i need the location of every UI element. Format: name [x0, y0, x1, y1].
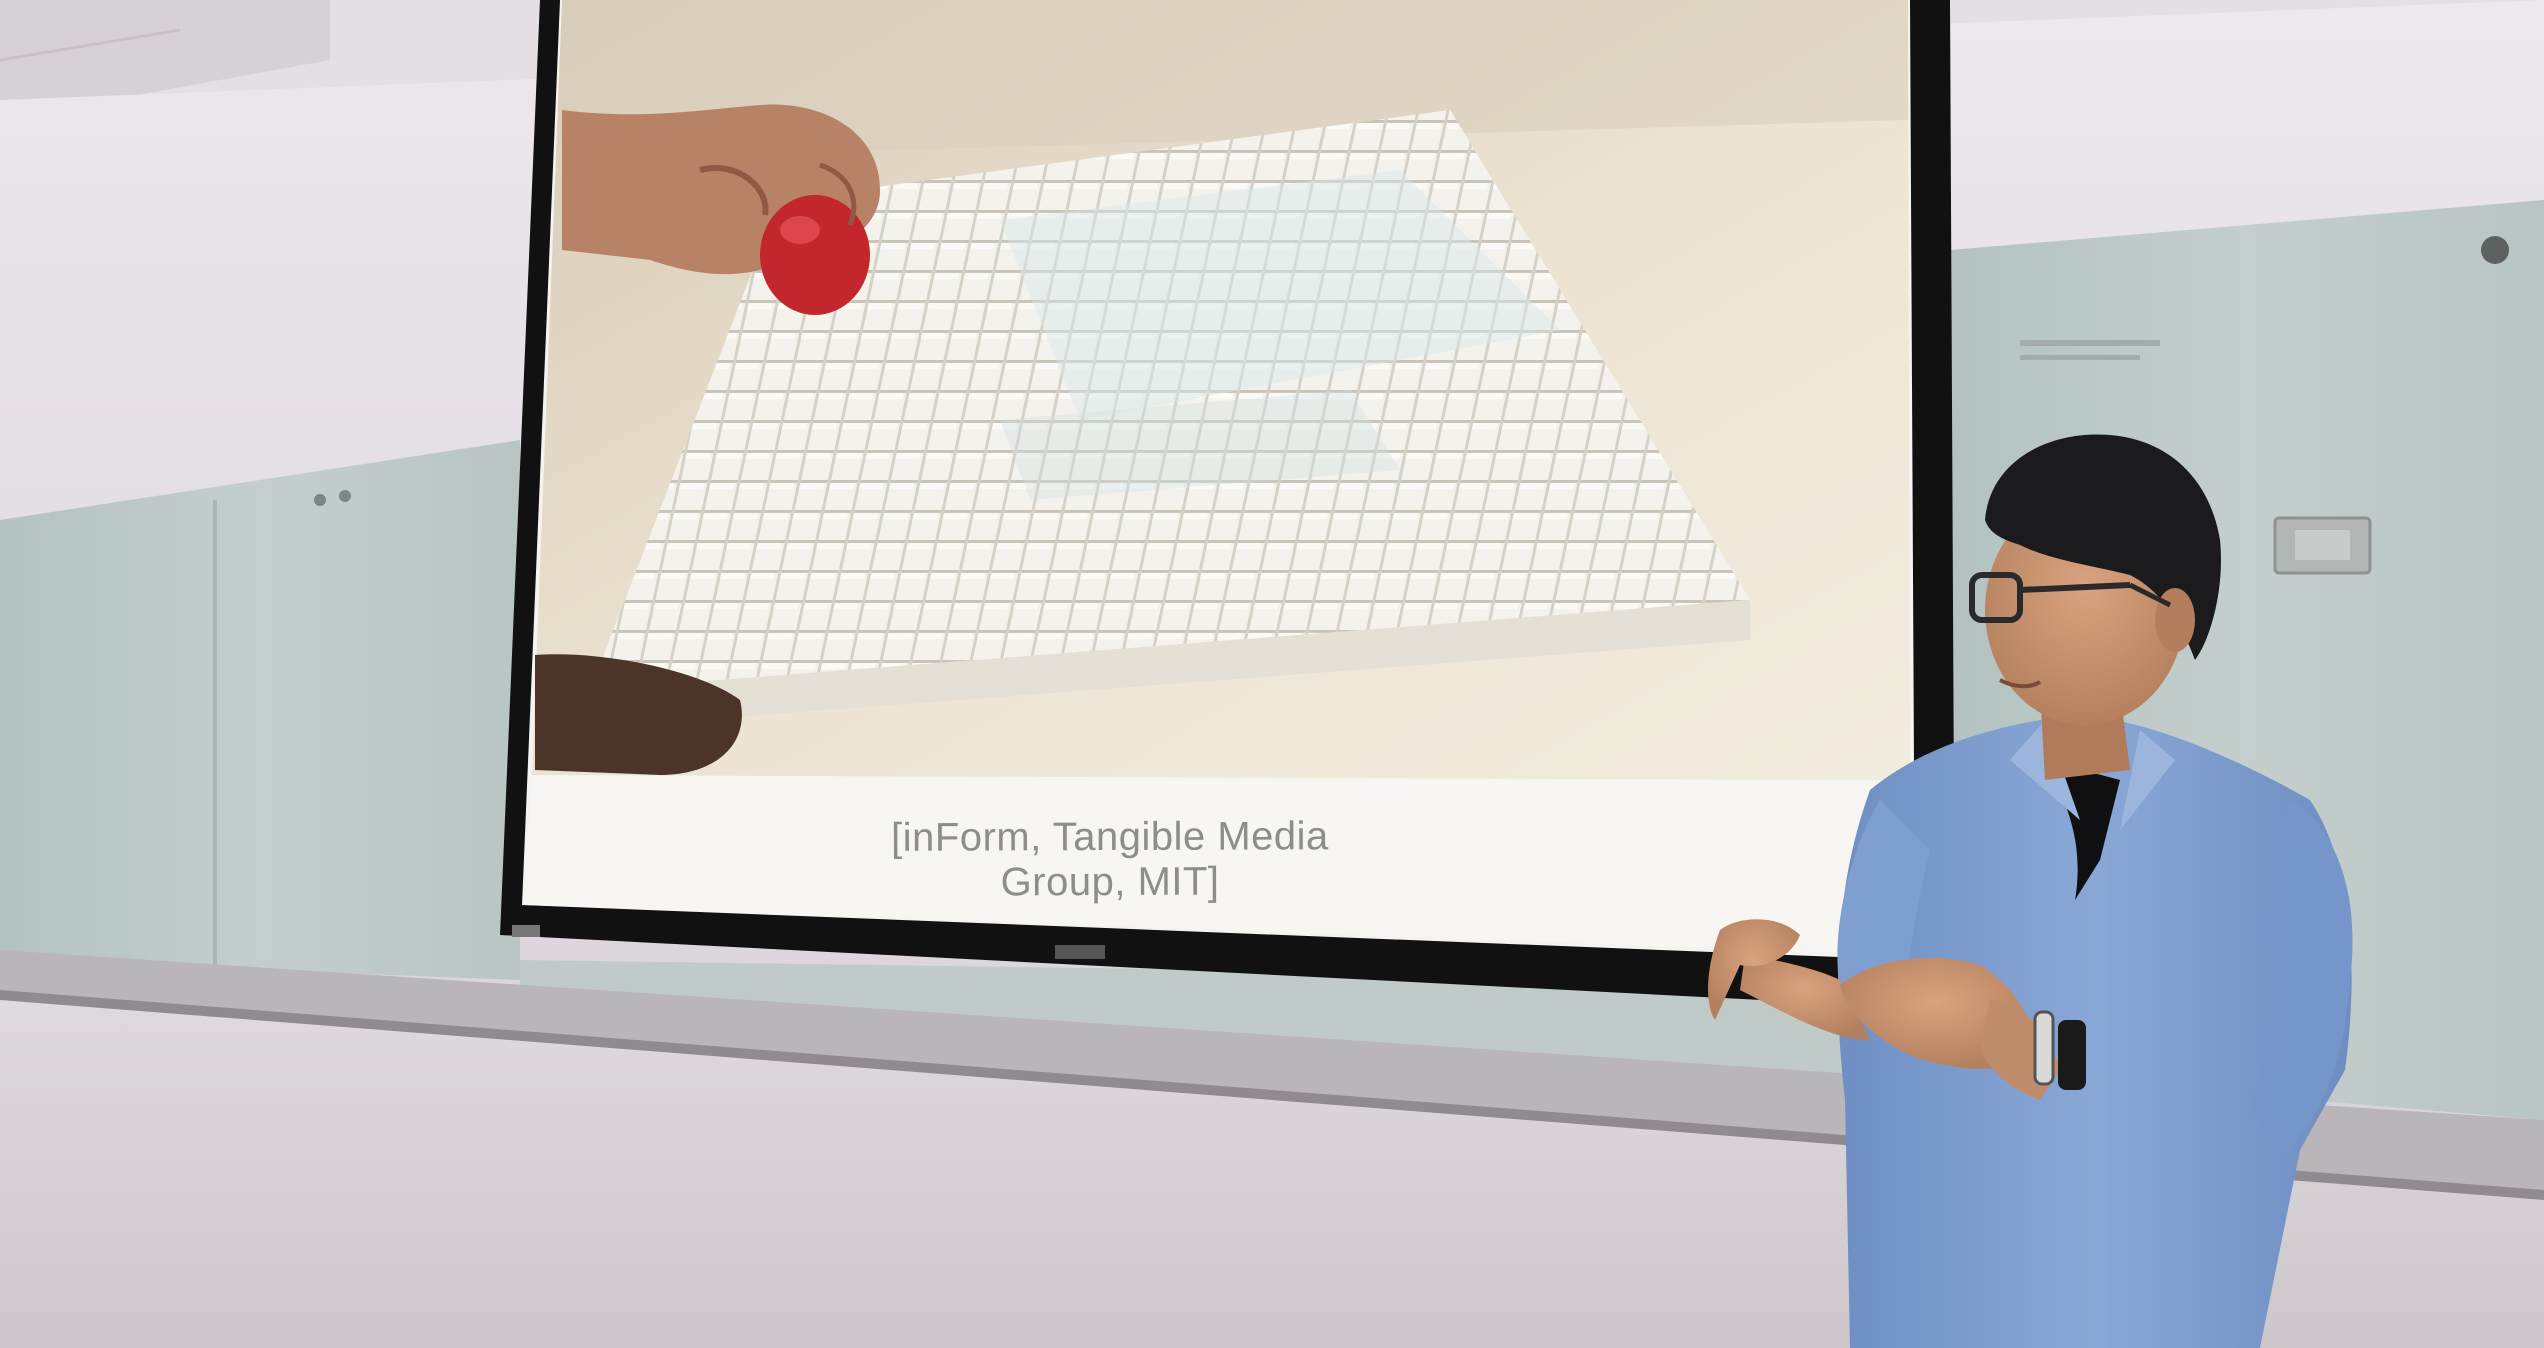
lecture-scene — [0, 0, 2544, 1348]
slide-photo — [532, 0, 1910, 780]
slide-caption: [inForm, Tangible Media Group, MIT] — [891, 814, 1329, 905]
bracelet — [2033, 1010, 2055, 1086]
wristwatch — [2058, 1020, 2086, 1090]
whiteboard-left — [0, 440, 520, 980]
screen-brand-label — [1055, 945, 1105, 959]
